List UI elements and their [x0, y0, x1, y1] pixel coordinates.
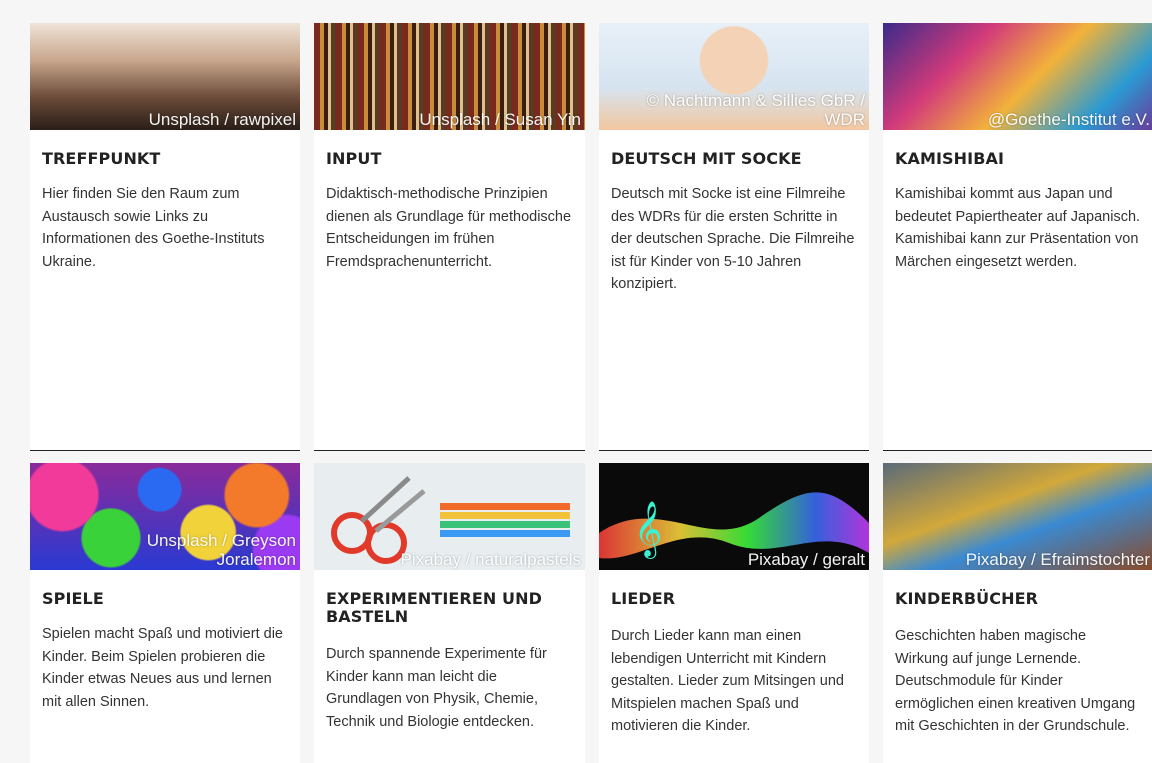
card-description: Deutsch mit Socke ist eine Filmreihe des…	[611, 186, 855, 292]
card-title[interactable]: SPIELE	[42, 590, 288, 608]
kamishibai-drawing[interactable]: @Goethe-Institut e.V.	[883, 23, 1152, 130]
image-credit: Unsplash / Susan Yin	[419, 110, 581, 129]
svg-text:𝄞: 𝄞	[634, 501, 662, 559]
card-lieder[interactable]: 𝄞 Pixabay / geralt LIEDER Durch Lieder k…	[599, 463, 869, 763]
card-kamishibai[interactable]: @Goethe-Institut e.V. KAMISHIBAI Kamishi…	[883, 23, 1152, 451]
deutsch-mit-socke-photo[interactable]: © Nachtmann & Sillies GbR / WDR	[599, 23, 869, 130]
card-spiele[interactable]: Unsplash / Greyson Joralemon SPIELE Spie…	[30, 463, 300, 763]
card-input[interactable]: Unsplash / Susan Yin INPUT Didaktisch-me…	[314, 23, 585, 451]
image-credit: Pixabay / naturalpastels	[400, 550, 582, 569]
card-title[interactable]: DEUTSCH MIT SOCKE	[611, 150, 857, 168]
card-description: Hier finden Sie den Raum zum Austausch s…	[42, 186, 265, 270]
card-kinderbuecher[interactable]: Pixabay / Efraimstochter KINDERBÜCHER Ge…	[883, 463, 1152, 763]
childrens-books-photo[interactable]: Pixabay / Efraimstochter	[883, 463, 1152, 570]
library-photo[interactable]: Unsplash / Susan Yin	[314, 23, 585, 130]
card-title[interactable]: LIEDER	[611, 590, 857, 608]
card-description: Kamishibai kommt aus Japan und bedeutet …	[895, 186, 1141, 270]
card-title[interactable]: INPUT	[326, 150, 573, 168]
image-credit: Pixabay / Efraimstochter	[965, 550, 1150, 569]
card-experimentieren-und-basteln[interactable]: Pixabay / naturalpastels EXPERIMENTIEREN…	[314, 463, 585, 763]
scissors-pencils-photo[interactable]: Pixabay / naturalpastels	[314, 463, 585, 570]
card-grid: Unsplash / rawpixel TREFFPUNKT Hier find…	[30, 23, 1152, 763]
card-description: Spielen macht Spaß und motiviert die Kin…	[42, 626, 283, 710]
music-waves-image[interactable]: 𝄞 Pixabay / geralt	[599, 463, 869, 570]
card-title[interactable]: KINDERBÜCHER	[895, 590, 1142, 608]
card-description: Durch spannende Experimente für Kinder k…	[326, 646, 547, 730]
card-title[interactable]: KAMISHIBAI	[895, 150, 1142, 168]
hands-photo[interactable]: Unsplash / rawpixel	[30, 23, 300, 130]
card-description: Durch Lieder kann man einen lebendigen U…	[611, 628, 844, 734]
image-credit: © Nachtmann & Sillies GbR / WDR	[646, 91, 866, 129]
card-description: Didaktisch-methodische Prinzipien dienen…	[326, 186, 572, 270]
card-title[interactable]: TREFFPUNKT	[42, 150, 288, 168]
image-credit: @Goethe-Institut e.V.	[987, 110, 1150, 129]
card-description: Geschichten haben magische Wirkung auf j…	[895, 628, 1136, 734]
card-treffpunkt[interactable]: Unsplash / rawpixel TREFFPUNKT Hier find…	[30, 23, 300, 451]
card-deutsch-mit-socke[interactable]: © Nachtmann & Sillies GbR / WDR DEUTSCH …	[599, 23, 869, 451]
colorful-balls-photo[interactable]: Unsplash / Greyson Joralemon	[30, 463, 300, 570]
image-credit: Pixabay / geralt	[747, 550, 865, 569]
card-title[interactable]: EXPERIMENTIEREN UND BASTELN	[326, 590, 573, 626]
image-credit: Unsplash / rawpixel	[148, 110, 296, 129]
image-credit: Unsplash / Greyson Joralemon	[146, 531, 296, 569]
